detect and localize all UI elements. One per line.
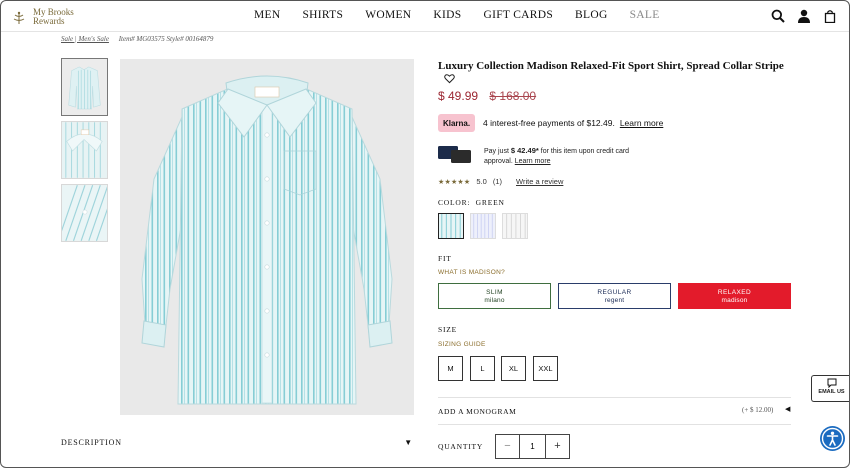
product-title: Luxury Collection Madison Relaxed-Fit Sp… <box>438 60 784 72</box>
collar-closeup-image <box>62 122 107 178</box>
fit-relaxed-button[interactable]: RELAXED madison <box>678 283 791 309</box>
search-icon[interactable] <box>771 9 785 23</box>
bag-icon[interactable] <box>823 9 837 23</box>
quantity-stepper: − + <box>495 434 570 459</box>
divider <box>438 397 791 398</box>
credit-learn-more[interactable]: Learn more <box>515 158 551 165</box>
original-price: $ 168.00 <box>489 89 537 103</box>
nav-gift-cards[interactable]: GIFT CARDS <box>483 9 553 21</box>
breadcrumb: Sale | Men's Sale Item# MG03575 Style# 0… <box>61 35 213 43</box>
color-label-text: COLOR: <box>438 198 471 207</box>
nav-men[interactable]: MEN <box>254 9 280 21</box>
credit-line1-pre: Pay just <box>484 148 511 155</box>
fit-slim-name: SLIM <box>486 289 503 296</box>
credit-line2-pre: approval. <box>484 158 515 165</box>
description-label: DESCRIPTION <box>61 438 122 447</box>
add-monogram-label[interactable]: ADD A MONOGRAM <box>438 407 516 416</box>
chat-bubble-icon <box>827 378 836 388</box>
fit-relaxed-sub: madison <box>721 297 748 304</box>
credit-card-row: Pay just $ 42.49* for this item upon cre… <box>438 146 629 166</box>
credit-amount: $ 42.49* <box>510 146 539 155</box>
header-icons <box>771 9 837 23</box>
quantity-input[interactable] <box>520 435 545 458</box>
write-review-link[interactable]: Write a review <box>516 177 563 186</box>
main-nav: MEN SHIRTS WOMEN KIDS GIFT CARDS BLOG SA… <box>254 9 682 21</box>
account-icon[interactable] <box>797 9 811 23</box>
credit-line1-post: for this item upon credit card <box>538 148 630 155</box>
what-is-madison-link[interactable]: WHAT IS MADISON? <box>438 269 505 276</box>
chevron-down-icon: ▼ <box>404 438 413 447</box>
description-toggle[interactable]: DESCRIPTION ▼ <box>61 438 413 458</box>
swatch-blue-check[interactable] <box>470 213 496 239</box>
thumbnail-1[interactable] <box>61 58 108 116</box>
shirt-thumbnail-image <box>62 59 107 115</box>
fit-regular-button[interactable]: REGULAR regent <box>558 283 671 309</box>
size-l-button[interactable]: L <box>470 356 495 381</box>
chevron-left-icon[interactable]: ◀ <box>785 405 790 413</box>
fit-relaxed-name: RELAXED <box>717 289 752 296</box>
fit-label: FIT <box>438 254 452 263</box>
site-header: My Brooks Rewards MEN SHIRTS WOMEN KIDS … <box>1 1 849 32</box>
price-block: $ 49.99 $ 168.00 <box>438 89 536 103</box>
email-us-button[interactable]: EMAIL US <box>811 375 849 402</box>
logo[interactable]: My Brooks Rewards <box>11 8 74 28</box>
klarna-text: 4 interest-free payments of $12.49. <box>483 118 615 128</box>
fabric-closeup-image <box>62 185 107 241</box>
shirt-image <box>120 59 414 415</box>
page-frame: My Brooks Rewards MEN SHIRTS WOMEN KIDS … <box>0 0 850 468</box>
fit-slim-sub: milano <box>484 297 505 304</box>
quantity-increment-button[interactable]: + <box>545 435 569 458</box>
sizing-guide-link[interactable]: SIZING GUIDE <box>438 341 486 348</box>
klarna-learn-more[interactable]: Learn more <box>620 118 663 128</box>
nav-shirts[interactable]: SHIRTS <box>302 9 343 21</box>
main-product-image <box>120 59 414 415</box>
size-label: SIZE <box>438 325 458 334</box>
rating-stars-icon: ★★★★★ <box>438 178 471 186</box>
nav-kids[interactable]: KIDS <box>433 9 461 21</box>
item-number: Item# MG03575 Style# 00164879 <box>118 35 214 43</box>
klarna-badge: Klarna. <box>438 114 475 132</box>
sale-price: $ 49.99 <box>438 89 479 103</box>
nav-blog[interactable]: BLOG <box>575 9 608 21</box>
nav-women[interactable]: WOMEN <box>365 9 411 21</box>
size-xxl-button[interactable]: XXL <box>533 356 558 381</box>
swatch-gray-stripe[interactable] <box>502 213 528 239</box>
fit-regular-sub: regent <box>604 297 625 304</box>
fit-slim-button[interactable]: SLIM milano <box>438 283 551 309</box>
size-m-button[interactable]: M <box>438 356 463 381</box>
credit-offer-text: Pay just $ 42.49* for this item upon cre… <box>484 146 629 166</box>
nav-sale[interactable]: SALE <box>630 9 660 21</box>
thumbnail-3[interactable] <box>61 184 108 242</box>
rating-row: ★★★★★ 5.0 (1) Write a review <box>438 177 563 186</box>
fit-regular-name: REGULAR <box>597 289 632 296</box>
golden-fleece-logo-icon <box>13 11 25 24</box>
wishlist-heart-icon[interactable] <box>444 73 455 84</box>
quantity-decrement-button[interactable]: − <box>496 435 520 458</box>
logo-line2: Rewards <box>33 16 65 26</box>
thumbnail-2[interactable] <box>61 121 108 179</box>
accessibility-button[interactable] <box>820 426 845 451</box>
klarna-row: Klarna. 4 interest-free payments of $12.… <box>438 114 663 132</box>
quantity-label: QUANTITY <box>438 442 484 451</box>
color-value: GREEN <box>475 198 505 207</box>
email-us-label: EMAIL US <box>818 389 845 395</box>
rating-score: 5.0 <box>476 177 487 186</box>
divider <box>438 424 791 425</box>
logo-text: My Brooks Rewards <box>33 8 74 26</box>
breadcrumb-links[interactable]: Sale | Men's Sale <box>61 35 109 43</box>
color-label: COLOR: GREEN <box>438 198 505 207</box>
rating-count[interactable]: (1) <box>493 177 502 186</box>
credit-cards-icon <box>438 146 472 164</box>
swatch-green-stripe[interactable] <box>438 213 464 239</box>
accessibility-icon <box>821 427 844 450</box>
monogram-price: (+ $ 12.00) <box>742 406 774 414</box>
size-xl-button[interactable]: XL <box>501 356 526 381</box>
